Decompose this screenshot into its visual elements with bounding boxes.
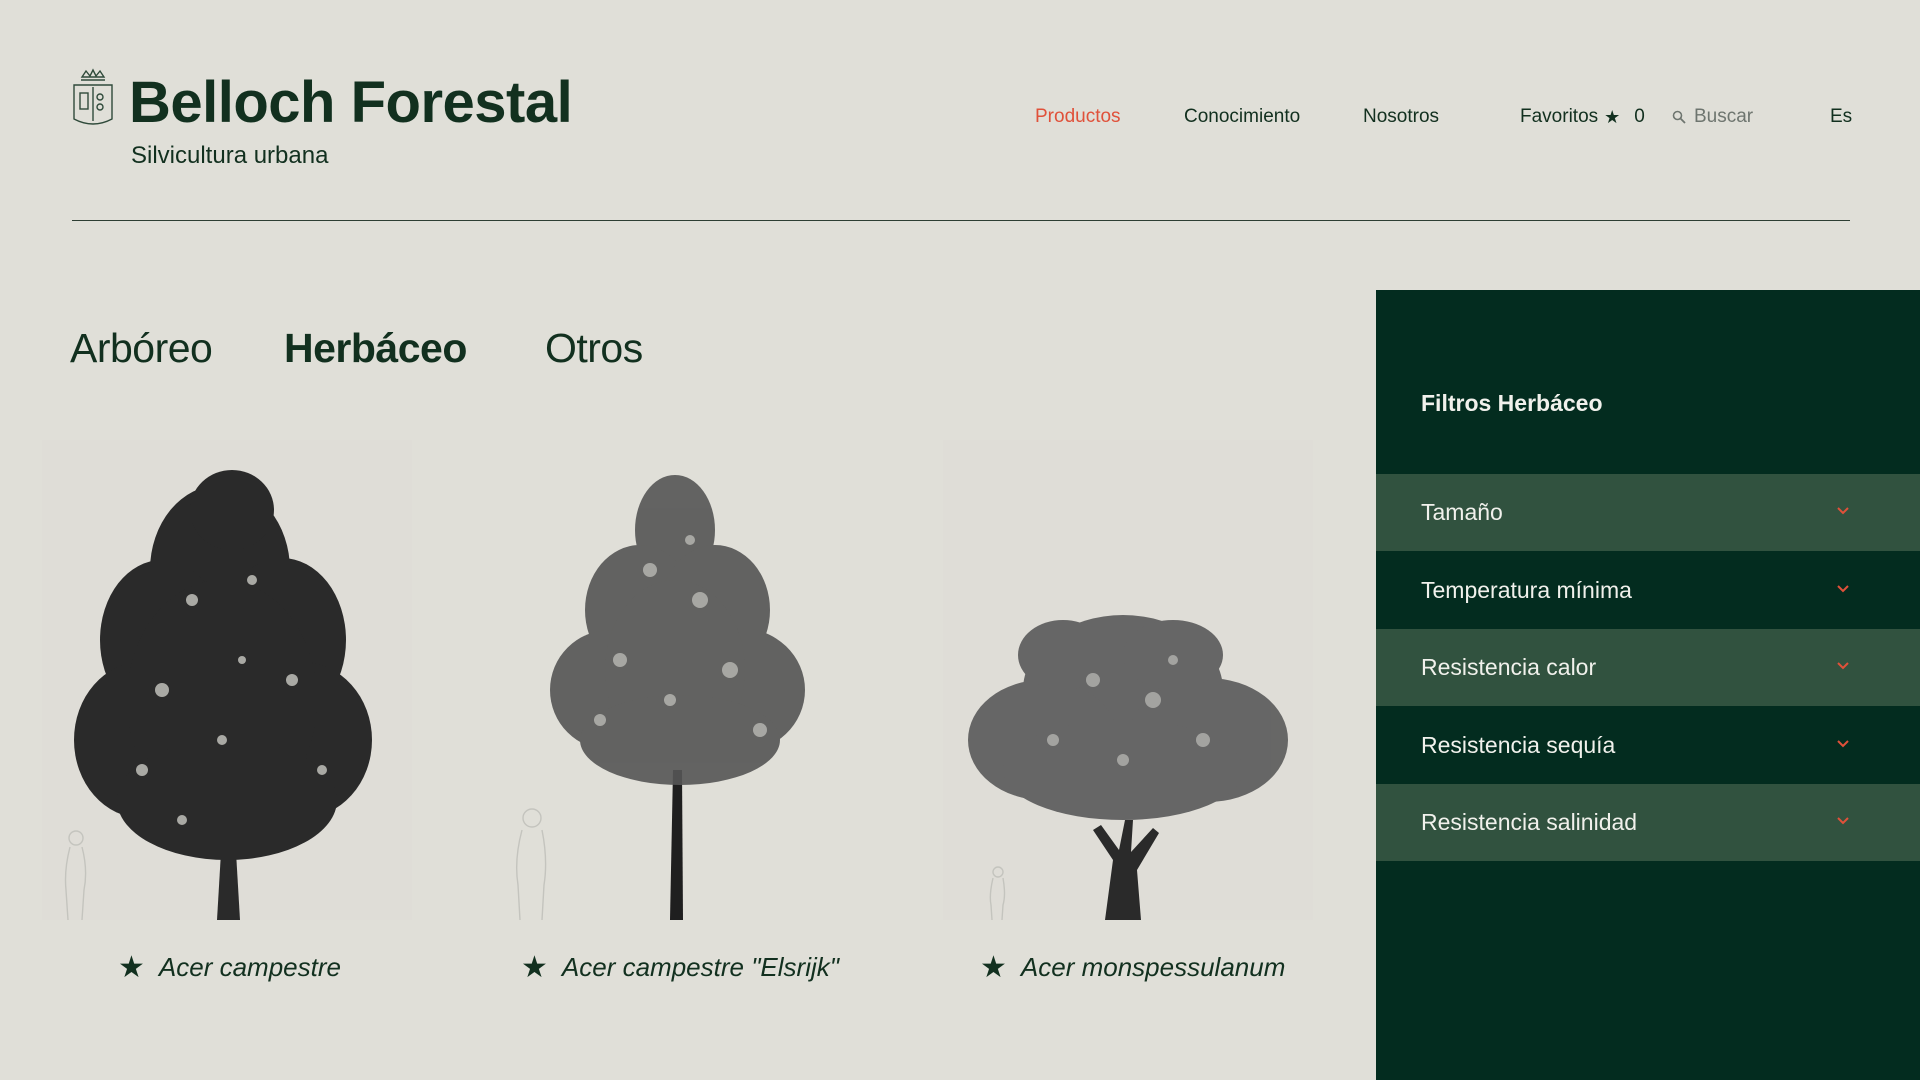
favorites-label: Favoritos <box>1520 106 1599 127</box>
star-icon: ★ <box>1604 106 1621 127</box>
chevron-down-icon <box>1837 507 1849 515</box>
search-placeholder: Buscar <box>1694 106 1754 127</box>
product-card[interactable] <box>490 440 860 920</box>
tab-otros[interactable]: Otros <box>545 325 643 372</box>
chevron-down-icon <box>1837 740 1849 748</box>
tab-herbaceo[interactable]: Herbáceo <box>284 325 467 372</box>
favorites-link[interactable]: Favoritos ★ 0 <box>1520 106 1645 128</box>
filter-resistencia-sequia[interactable]: Resistencia sequía <box>1376 707 1920 784</box>
product-card[interactable] <box>42 440 412 920</box>
language-selector[interactable]: Es <box>1830 106 1852 128</box>
chevron-down-icon <box>1837 662 1849 670</box>
filter-panel-title: Filtros Herbáceo <box>1421 390 1603 416</box>
header-divider <box>72 220 1850 221</box>
filter-label: Temperatura mínima <box>1421 577 1632 603</box>
tree-silhouette <box>968 615 1288 920</box>
filter-resistencia-calor[interactable]: Resistencia calor <box>1376 629 1920 706</box>
product-name[interactable]: ★ Acer campestre "Elsrijk" <box>521 950 839 985</box>
chevron-down-icon <box>1837 585 1849 593</box>
star-icon[interactable]: ★ <box>118 950 145 985</box>
chevron-down-icon <box>1837 817 1849 825</box>
filter-label: Resistencia salinidad <box>1421 809 1638 835</box>
product-name[interactable]: ★ Acer monspessulanum <box>980 950 1285 985</box>
filter-label: Resistencia calor <box>1421 654 1597 680</box>
tree-silhouette <box>515 475 805 920</box>
nav-conocimiento[interactable]: Conocimiento <box>1184 106 1300 128</box>
star-icon[interactable]: ★ <box>521 950 548 985</box>
product-name-text: Acer campestre <box>158 952 341 982</box>
nav-productos[interactable]: Productos <box>1035 106 1121 128</box>
star-icon[interactable]: ★ <box>980 950 1007 985</box>
filter-label: Resistencia sequía <box>1421 732 1616 758</box>
filter-tamano[interactable]: Tamaño <box>1376 474 1920 551</box>
search-field[interactable]: Buscar <box>1672 106 1753 128</box>
product-name-text: Acer monspessulanum <box>1020 952 1286 982</box>
tree-silhouette <box>64 470 372 920</box>
nav-nosotros[interactable]: Nosotros <box>1363 106 1439 128</box>
filter-label: Tamaño <box>1421 499 1503 525</box>
product-card[interactable] <box>943 440 1313 920</box>
brand-subtitle: Silvicultura urbana <box>131 142 329 169</box>
filter-panel: Filtros Herbáceo Tamaño Temperatura míni… <box>1376 290 1920 1080</box>
product-name-text: Acer campestre "Elsrijk" <box>561 952 839 982</box>
brand-title: Belloch Forestal <box>129 70 573 135</box>
product-name[interactable]: ★ Acer campestre <box>118 950 341 985</box>
search-icon <box>1672 110 1686 124</box>
filter-temperatura-minima[interactable]: Temperatura mínima <box>1376 552 1920 629</box>
favorites-count: 0 <box>1634 106 1645 127</box>
filter-resistencia-salinidad[interactable]: Resistencia salinidad <box>1376 784 1920 861</box>
crest-icon <box>73 68 113 125</box>
tab-arboreo[interactable]: Arbóreo <box>70 325 213 372</box>
